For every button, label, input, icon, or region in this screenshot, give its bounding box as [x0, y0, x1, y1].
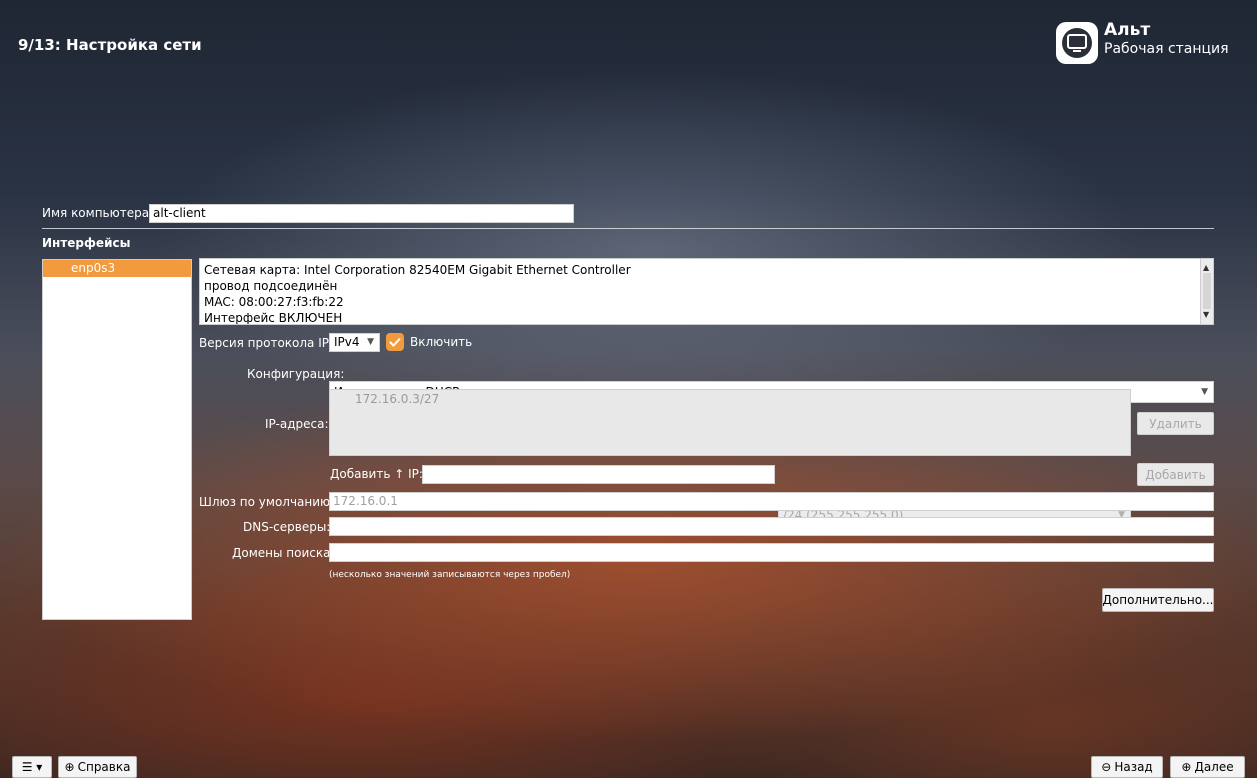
help-label: Справка [77, 760, 131, 774]
arrow-right-icon: ⊕ [1181, 760, 1192, 774]
interfaces-heading: Интерфейсы [42, 236, 131, 250]
brand-name: Альт [1104, 20, 1151, 40]
back-label: Назад [1114, 760, 1153, 774]
protocol-select[interactable]: IPv4 ▼ [329, 333, 380, 352]
interface-info-box: Сетевая карта: Intel Corporation 82540EM… [199, 258, 1214, 325]
info-line-cable: провод подсоединён [204, 279, 338, 293]
hostname-input[interactable]: alt-client [149, 204, 574, 223]
add-ip-label: Добавить ↑ IP: [330, 467, 423, 481]
scroll-down-icon[interactable]: ▼ [1203, 307, 1209, 323]
monitor-logo-icon [1056, 22, 1098, 64]
dns-input[interactable] [329, 517, 1214, 536]
domains-input[interactable] [329, 543, 1214, 562]
dns-label: DNS-серверы: [243, 520, 331, 534]
info-line-mac: MAC: 08:00:27:f3:fb:22 [204, 295, 344, 309]
domains-hint: (несколько значений записываются через п… [329, 570, 571, 580]
gateway-input[interactable]: 172.16.0.1 [329, 492, 1214, 511]
page-title: 9/13: Настройка сети [18, 36, 202, 54]
enable-label: Включить [410, 335, 473, 349]
ip-address-list[interactable]: 172.16.0.3/27 [329, 389, 1131, 456]
add-ip-input[interactable] [422, 465, 775, 484]
back-button[interactable]: ⊖ Назад [1091, 756, 1163, 778]
help-button[interactable]: ⊕ Справка [58, 756, 137, 778]
config-label: Конфигурация: [247, 367, 345, 381]
delete-ip-button[interactable]: Удалить [1137, 412, 1214, 435]
info-line-state: Интерфейс ВКЛЮЧЕН [204, 311, 343, 325]
next-button[interactable]: ⊕ Далее [1170, 756, 1245, 778]
help-lifebuoy-icon: ⊕ [64, 760, 75, 774]
list-menu-icon: ☰ ▾ [21, 760, 43, 774]
domains-label: Домены поиска: [232, 546, 335, 560]
brand-subtitle: Рабочая станция [1104, 40, 1229, 57]
scroll-thumb[interactable] [1203, 273, 1211, 309]
protocol-value: IPv4 [334, 335, 360, 349]
menu-button[interactable]: ☰ ▾ [12, 756, 52, 778]
divider [42, 228, 1214, 229]
protocol-label: Версия протокола IP: [199, 336, 334, 350]
interfaces-list[interactable]: enp0s3 [42, 259, 192, 620]
gateway-label: Шлюз по умолчанию: [199, 495, 335, 509]
chevron-down-icon: ▼ [367, 337, 374, 347]
next-label: Далее [1194, 760, 1234, 774]
arrow-left-icon: ⊖ [1101, 760, 1112, 774]
info-scrollbar[interactable]: ▲ ▼ [1200, 259, 1213, 324]
add-ip-button[interactable]: Добавить [1137, 463, 1214, 486]
hostname-label: Имя компьютера: [42, 206, 154, 220]
ip-label: IP-адреса: [265, 417, 329, 431]
ip-address-item[interactable]: 172.16.0.3/27 [355, 392, 1105, 406]
enable-toggle[interactable]: Включить [386, 333, 472, 351]
info-line-card: Сетевая карта: Intel Corporation 82540EM… [204, 263, 631, 277]
brand-logo: Альт Рабочая станция [1056, 20, 1229, 64]
interface-item-enp0s3[interactable]: enp0s3 [43, 260, 191, 277]
advanced-button[interactable]: Дополнительно... [1102, 588, 1214, 612]
checkbox-checked-icon[interactable] [386, 333, 404, 351]
chevron-down-icon: ▼ [1201, 387, 1208, 397]
